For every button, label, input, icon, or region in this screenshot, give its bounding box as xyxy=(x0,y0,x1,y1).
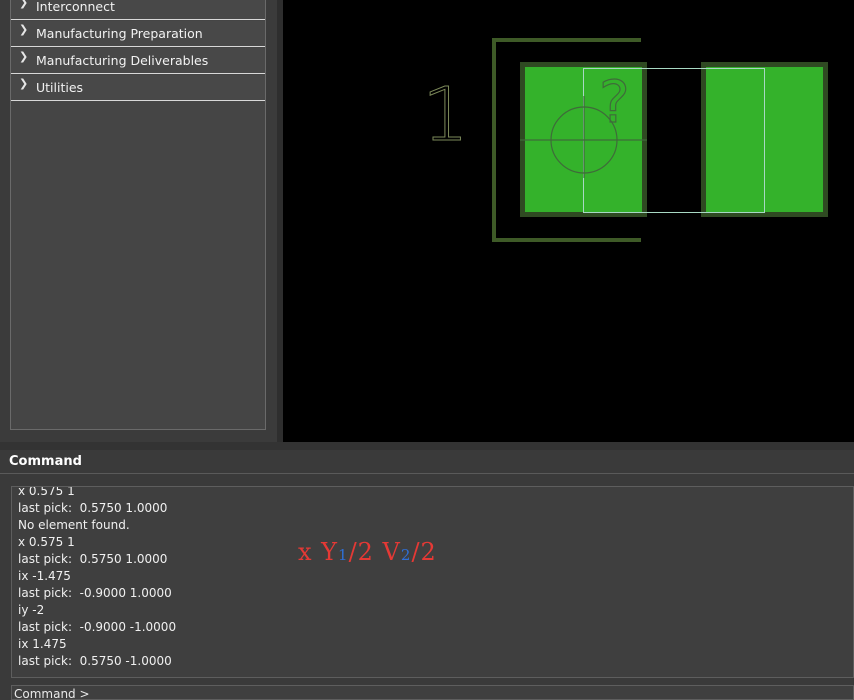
nav-item-label: Interconnect xyxy=(36,0,115,14)
command-panel-title: Command xyxy=(9,454,82,469)
log-line: x 0.575 1 xyxy=(18,535,75,549)
nav-item-utilities[interactable]: ❯ Utilities xyxy=(11,75,265,101)
nav-item-label: Utilities xyxy=(36,80,84,95)
nav-item-manufacturing-preparation[interactable]: ❯ Manufacturing Preparation xyxy=(11,21,265,47)
workflow-nav-list: ❯ Interconnect ❯ Manufacturing Preparati… xyxy=(10,0,266,430)
annotation-subscript: 2 xyxy=(400,546,412,564)
log-line: x 0.575 1 xyxy=(18,486,75,498)
annotation-part: x Y xyxy=(298,538,339,566)
chevron-right-icon: ❯ xyxy=(19,0,29,9)
command-panel-header: Command xyxy=(0,450,854,474)
pin-1-label: 1 xyxy=(422,72,469,158)
command-log-lines: x 0.575 1 last pick: 0.5750 1.0000 No el… xyxy=(18,486,177,670)
unknown-part-marker: ? xyxy=(599,68,630,136)
annotation-part: /2 V xyxy=(348,538,401,566)
handwritten-annotation: x Y1/2 V2/2 xyxy=(298,538,437,566)
log-line: No element found. xyxy=(18,518,130,532)
command-prompt-label: Command > xyxy=(14,687,90,700)
annotation-part: /2 xyxy=(411,538,437,566)
log-line: last pick: 0.5750 -1.0000 xyxy=(18,654,172,668)
log-line: last pick: 0.5750 1.0000 xyxy=(18,501,168,515)
nav-item-label: Manufacturing Preparation xyxy=(36,26,203,41)
layout-canvas[interactable]: 1 ? xyxy=(283,0,854,442)
chevron-right-icon: ❯ xyxy=(19,77,29,90)
horizontal-splitter[interactable] xyxy=(0,442,854,450)
footprint-drawing: 1 ? xyxy=(422,38,828,242)
log-line: ix 1.475 xyxy=(18,637,67,651)
chevron-right-icon: ❯ xyxy=(19,23,29,36)
nav-item-interconnect[interactable]: ❯ Interconnect xyxy=(11,0,265,20)
log-line: last pick: -0.9000 -1.0000 xyxy=(18,620,177,634)
nav-item-label: Manufacturing Deliverables xyxy=(36,53,209,68)
annotation-subscript: 1 xyxy=(338,546,349,564)
left-panel: ❯ Interconnect ❯ Manufacturing Preparati… xyxy=(0,0,277,442)
command-output-log[interactable]: x 0.575 1 last pick: 0.5750 1.0000 No el… xyxy=(11,486,854,678)
log-line: last pick: 0.5750 1.0000 xyxy=(18,552,168,566)
chevron-right-icon: ❯ xyxy=(19,50,29,63)
command-input[interactable]: Command > xyxy=(11,685,854,700)
log-line: iy -2 xyxy=(18,603,45,617)
log-line: ix -1.475 xyxy=(18,569,71,583)
log-line: last pick: -0.9000 1.0000 xyxy=(18,586,172,600)
nav-item-manufacturing-deliverables[interactable]: ❯ Manufacturing Deliverables xyxy=(11,48,265,74)
